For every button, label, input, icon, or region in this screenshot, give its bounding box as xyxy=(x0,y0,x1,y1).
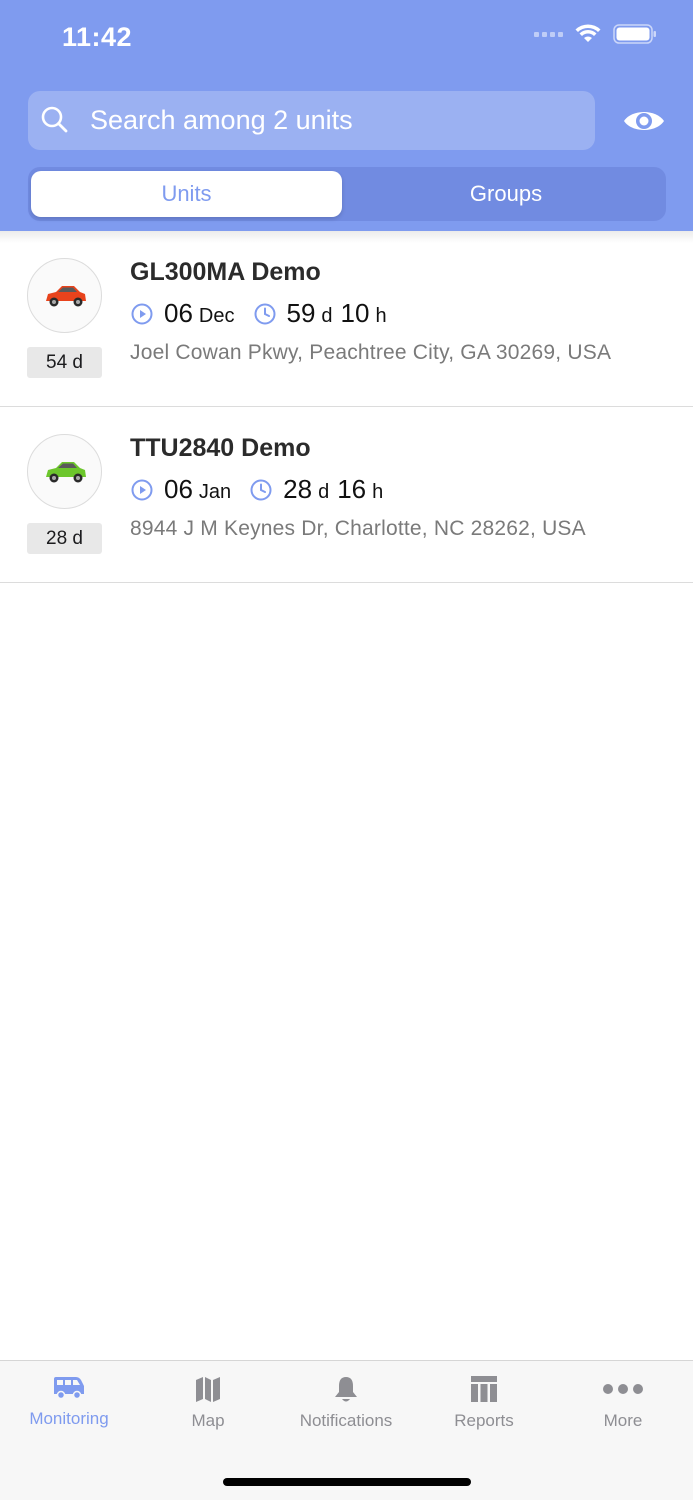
car-icon xyxy=(45,461,86,482)
status-bar: 11:42 xyxy=(0,0,693,80)
duration-days-unit: d xyxy=(321,305,333,327)
search-input[interactable]: Search among 2 units xyxy=(28,91,595,150)
segmented-control: Units Groups xyxy=(28,167,666,221)
search-placeholder: Search among 2 units xyxy=(90,105,353,135)
signal-icon xyxy=(534,31,563,37)
duration-days: 59 xyxy=(286,298,316,328)
tab-monitoring[interactable]: Monitoring xyxy=(0,1375,138,1445)
tab-groups[interactable]: Groups xyxy=(348,171,664,217)
unit-list: 54 d GL300MA Demo 06 Dec 59 d 10 h Joel … xyxy=(0,231,693,583)
unit-name: GL300MA Demo xyxy=(130,258,321,286)
last-message-day: 06 xyxy=(164,298,193,328)
duration-days-unit: d xyxy=(318,481,330,503)
tab-map[interactable]: Map xyxy=(139,1375,277,1445)
visibility-toggle-button[interactable] xyxy=(620,100,668,142)
duration-hours: 16 xyxy=(337,474,367,504)
bell-icon xyxy=(335,1377,357,1402)
last-message-month: Dec xyxy=(198,305,235,327)
clock-icon xyxy=(250,479,272,501)
unit-avatar xyxy=(27,258,102,333)
tab-notifications[interactable]: Notifications xyxy=(277,1375,415,1445)
search-icon xyxy=(41,106,68,133)
unit-row[interactable]: 54 d GL300MA Demo 06 Dec 59 d 10 h Joel … xyxy=(0,231,693,407)
tab-label: Reports xyxy=(454,1411,514,1430)
duration-hours: 10 xyxy=(340,298,370,328)
tab-label: Notifications xyxy=(299,1411,393,1430)
eye-icon xyxy=(624,112,664,130)
header-shadow xyxy=(0,231,693,243)
battery-icon xyxy=(613,24,656,44)
age-badge: 28 d xyxy=(27,523,102,554)
duration-hours-unit: h xyxy=(372,481,384,503)
tab-units[interactable]: Units xyxy=(31,171,342,217)
wifi-icon xyxy=(575,24,601,42)
tab-label: More xyxy=(603,1411,643,1430)
unit-address: 8944 J M Keynes Dr, Charlotte, NC 28262,… xyxy=(130,517,586,540)
unit-meta: 06 Jan 28 d 16 h xyxy=(130,474,383,505)
table-icon xyxy=(471,1376,497,1402)
unit-avatar xyxy=(27,434,102,509)
age-badge: 54 d xyxy=(27,347,102,378)
map-icon xyxy=(196,1377,220,1402)
duration-days: 28 xyxy=(283,474,313,504)
home-indicator xyxy=(223,1478,471,1486)
last-message-day: 06 xyxy=(164,474,193,504)
status-time: 11:42 xyxy=(62,22,133,52)
ellipsis-icon xyxy=(603,1384,643,1394)
duration-hours-unit: h xyxy=(375,305,387,327)
header: 11:42 Search among 2 units Units Groups xyxy=(0,0,693,231)
tab-more[interactable]: More xyxy=(554,1375,692,1445)
tab-label: Monitoring xyxy=(29,1409,109,1428)
play-circle-icon xyxy=(131,303,153,325)
unit-row[interactable]: 28 d TTU2840 Demo 06 Jan 28 d 16 h 8944 … xyxy=(0,407,693,583)
van-icon xyxy=(54,1377,84,1400)
clock-icon xyxy=(254,303,275,325)
unit-meta: 06 Dec 59 d 10 h xyxy=(130,298,387,329)
play-circle-icon xyxy=(131,479,153,501)
tab-label: Map xyxy=(191,1411,225,1430)
unit-name: TTU2840 Demo xyxy=(130,434,311,462)
tab-reports[interactable]: Reports xyxy=(415,1375,553,1445)
unit-address: Joel Cowan Pkwy, Peachtree City, GA 3026… xyxy=(130,341,612,364)
last-message-month: Jan xyxy=(198,481,232,503)
status-icons xyxy=(534,24,657,44)
car-icon xyxy=(45,285,86,306)
